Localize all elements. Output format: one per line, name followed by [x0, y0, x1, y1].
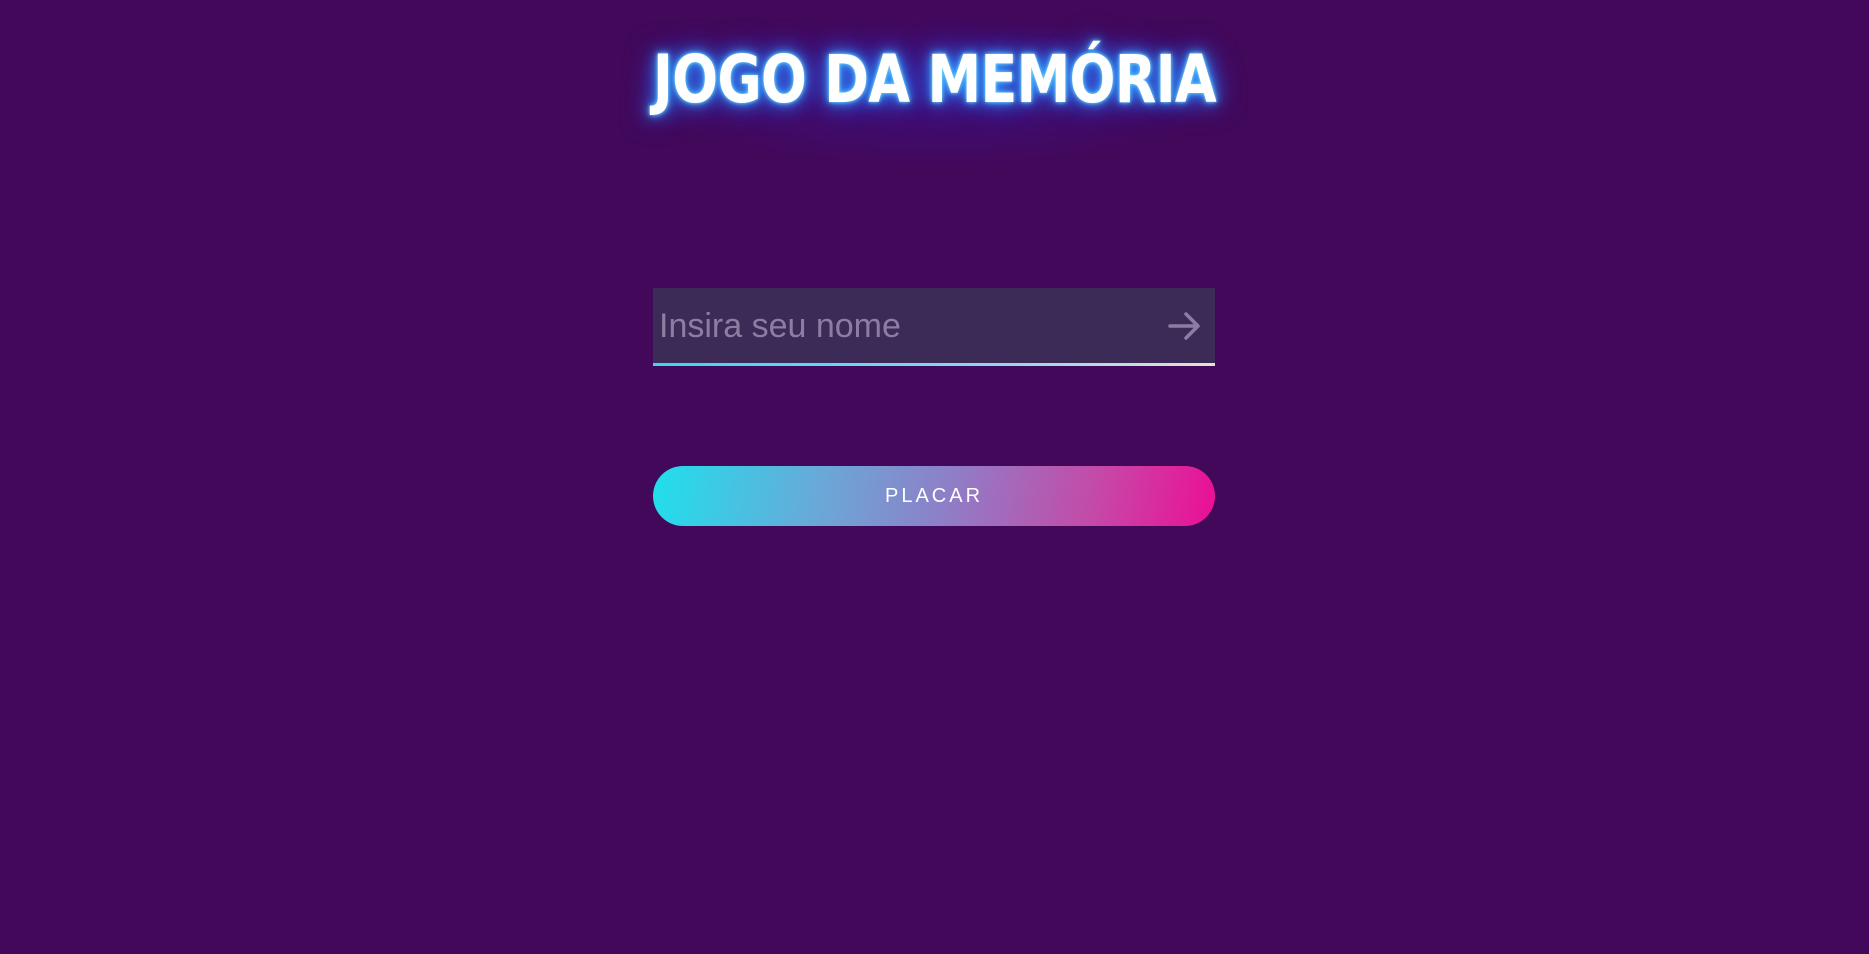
scoreboard-button-label: PLACAR [884, 484, 984, 507]
name-input-container [653, 288, 1215, 366]
arrow-right-icon[interactable] [1165, 306, 1205, 346]
name-input[interactable] [659, 288, 1129, 364]
page-title: JOGO DA MEMÓRIA [652, 41, 1217, 118]
game-start-screen: JOGO DA MEMÓRIA PLACAR [0, 0, 1869, 954]
scoreboard-button[interactable]: PLACAR [653, 466, 1215, 526]
